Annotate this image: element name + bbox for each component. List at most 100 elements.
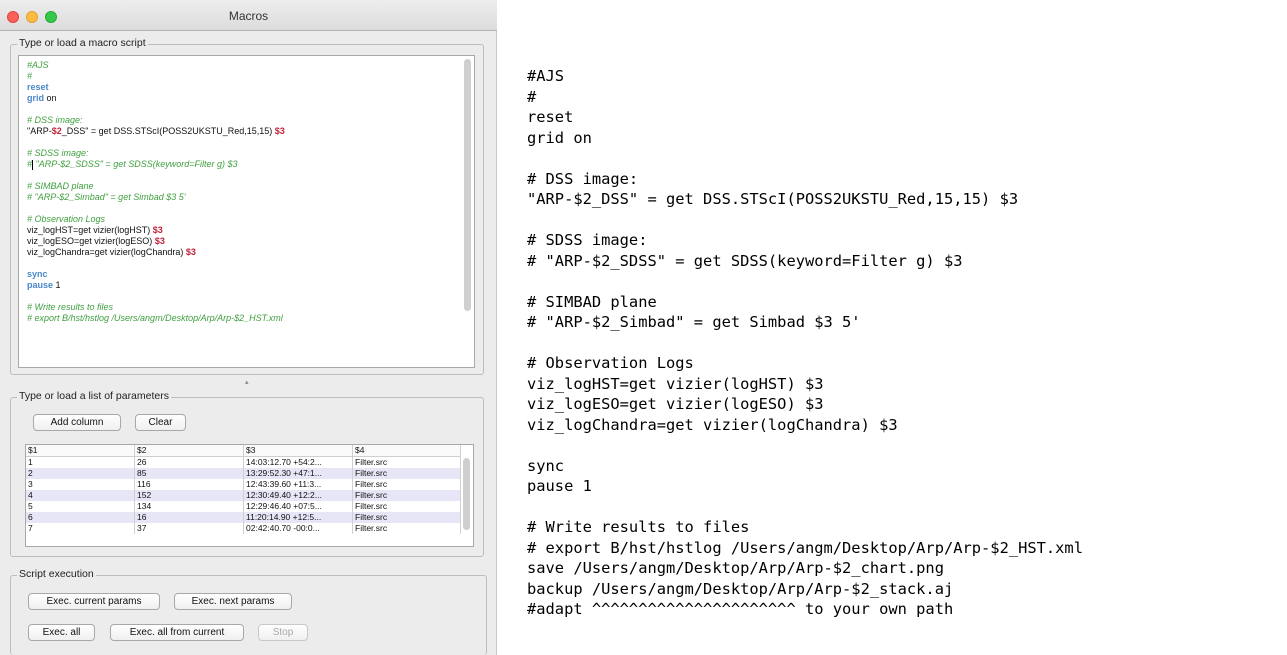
table-cell[interactable]: 16 (135, 512, 244, 523)
column-header[interactable]: $1 (26, 445, 135, 456)
table-cell[interactable]: 134 (135, 501, 244, 512)
listing-line: viz_logChandra=get vizier(logChandra) $3 (527, 415, 898, 434)
code-token: 1 (53, 280, 61, 290)
table-cell[interactable]: 3 (26, 479, 135, 490)
exec-current-params-button[interactable]: Exec. current params (28, 593, 160, 610)
table-row[interactable]: 7 37 02:42:40.70 -00:0... Filter.src (26, 523, 461, 534)
code-line: sync (27, 269, 285, 280)
code-token: $3 (154, 236, 165, 246)
table-cell[interactable]: 4 (26, 490, 135, 501)
exec-all-from-current-button[interactable]: Exec. all from current (110, 624, 244, 641)
table-cell[interactable]: 5 (26, 501, 135, 512)
code-line: grid on (27, 93, 285, 104)
title-bar[interactable]: Macros (0, 0, 497, 31)
code-line: viz_logChandra=get vizier(logChandra) $3 (27, 247, 285, 258)
table-cell[interactable]: 6 (26, 512, 135, 523)
code-line: pause 1 (27, 280, 285, 291)
exec-all-button[interactable]: Exec. all (28, 624, 95, 641)
table-cell[interactable]: Filter.src (353, 468, 461, 479)
table-header: $1 $2 $3 $4 (26, 445, 461, 457)
table-cell[interactable]: 116 (135, 479, 244, 490)
column-header[interactable]: $4 (353, 445, 461, 456)
script-listing: #AJS # reset grid on # DSS image: "ARP-$2_DSS… (527, 66, 1083, 620)
table-cell[interactable]: 2 (26, 468, 135, 479)
code-line: # SIMBAD plane (27, 181, 285, 192)
table-cell[interactable]: 7 (26, 523, 135, 534)
code-token: # Write results to files (27, 302, 114, 312)
code-token: # SDSS image: (27, 148, 89, 158)
listing-line (527, 210, 1083, 231)
table-cell[interactable]: 11:20:14.90 +12:5... (244, 512, 353, 523)
listing-line: reset (527, 108, 574, 126)
script-execution-group-label: Script execution (17, 568, 96, 580)
table-row[interactable]: 1 26 14:03:12.70 +54:2... Filter.src (26, 457, 461, 468)
listing-line: # export B/hst/hstlog /Users/angm/Deskto… (527, 538, 1083, 557)
table-cell[interactable]: Filter.src (353, 490, 461, 501)
table-cell[interactable]: 1 (26, 457, 135, 468)
table-cell[interactable]: 85 (135, 468, 244, 479)
code-token: $3 (185, 247, 196, 257)
macro-script-editor[interactable]: #AJS # reset grid on # DSS image: "ARP-$2_DSS… (18, 55, 475, 368)
table-cell[interactable]: Filter.src (353, 501, 461, 512)
listing-line: grid on (527, 128, 592, 147)
listing-line: #adapt ^^^^^^^^^^^^^^^^^^^^^^ to your ow… (527, 600, 954, 618)
column-header[interactable]: $3 (244, 445, 353, 456)
listing-line: pause 1 (527, 477, 592, 495)
code-line: # "ARP-$2_SDSS" = get SDSS(keyword=Filte… (27, 159, 285, 170)
code-token: reset (27, 82, 49, 92)
table-cell[interactable]: 12:43:39.60 +11:3... (244, 479, 353, 490)
code-line: reset (27, 82, 285, 93)
listing-line: save /Users/angm/Desktop/Arp/Arp-$2_char… (527, 559, 944, 577)
listing-line: # SDSS image: (527, 231, 648, 249)
table-cell[interactable]: Filter.src (353, 479, 461, 490)
exec-next-params-button[interactable]: Exec. next params (174, 593, 292, 610)
code-token: # (27, 71, 33, 81)
parameters-table[interactable]: $1 $2 $3 $4 1 26 14:03:12.70 +54:2... Filte… (25, 444, 474, 547)
stop-button[interactable]: Stop (258, 624, 308, 641)
table-row[interactable]: 3 116 12:43:39.60 +11:3... Filter.src (26, 479, 461, 490)
table-row[interactable]: 5 134 12:29:46.40 +07:5... Filter.src (26, 501, 461, 512)
table-scrollbar[interactable] (463, 458, 470, 530)
table-cell[interactable]: 12:30:49.40 +12:2... (244, 490, 353, 501)
listing-line (527, 271, 1083, 292)
editor-scrollbar[interactable] (464, 59, 471, 311)
table-cell[interactable]: Filter.src (353, 523, 461, 534)
table-cell[interactable]: 13:29:52.30 +47:1... (244, 468, 353, 479)
listing-line: # "ARP-$2_Simbad" = get Simbad $3 5' (527, 313, 861, 331)
table-cell[interactable]: 26 (135, 457, 244, 468)
column-header[interactable]: $2 (135, 445, 244, 456)
table-cell[interactable]: Filter.src (353, 512, 461, 523)
code-token: grid (27, 93, 44, 103)
code-line: viz_logESO=get vizier(logESO) $3 (27, 236, 285, 247)
code-token: $3 (152, 225, 163, 235)
code-line: # export B/hst/hstlog /Users/angm/Deskto… (27, 313, 285, 324)
code-token: # "ARP-$2_Simbad" = get Simbad $3 5' (27, 192, 186, 202)
table-cell[interactable]: 02:42:40.70 -00:0... (244, 523, 353, 534)
listing-line: viz_logHST=get vizier(logHST) $3 (527, 374, 824, 393)
table-cell[interactable]: Filter.src (353, 457, 461, 468)
table-cell[interactable]: 14:03:12.70 +54:2... (244, 457, 353, 468)
code-line: #AJS (27, 60, 285, 71)
table-row[interactable]: 4 152 12:30:49.40 +12:2... Filter.src (26, 490, 461, 501)
listing-line (527, 148, 1083, 169)
table-cell[interactable]: 152 (135, 490, 244, 501)
add-column-button[interactable]: Add column (33, 414, 121, 431)
code-token: pause (27, 280, 54, 290)
listing-line: #AJS (527, 67, 565, 85)
clear-button[interactable]: Clear (135, 414, 186, 431)
table-row[interactable]: 6 16 11:20:14.90 +12:5... Filter.src (26, 512, 461, 523)
code-line: # Write results to files (27, 302, 285, 313)
listing-line: viz_logESO=get vizier(logESO) $3 (527, 395, 824, 413)
code-line: # SDSS image: (27, 148, 285, 159)
code-token: viz_logESO=get vizier(logESO) (27, 236, 155, 246)
table-row[interactable]: 2 85 13:29:52.30 +47:1... Filter.src (26, 468, 461, 479)
split-divider-grip[interactable]: ▴ (245, 378, 249, 386)
code-line: # Observation Logs (27, 214, 285, 225)
table-cell[interactable]: 12:29:46.40 +07:5... (244, 501, 353, 512)
table-cell[interactable]: 37 (135, 523, 244, 534)
code-token: viz_logChandra=get vizier(logChandra) (27, 247, 186, 257)
